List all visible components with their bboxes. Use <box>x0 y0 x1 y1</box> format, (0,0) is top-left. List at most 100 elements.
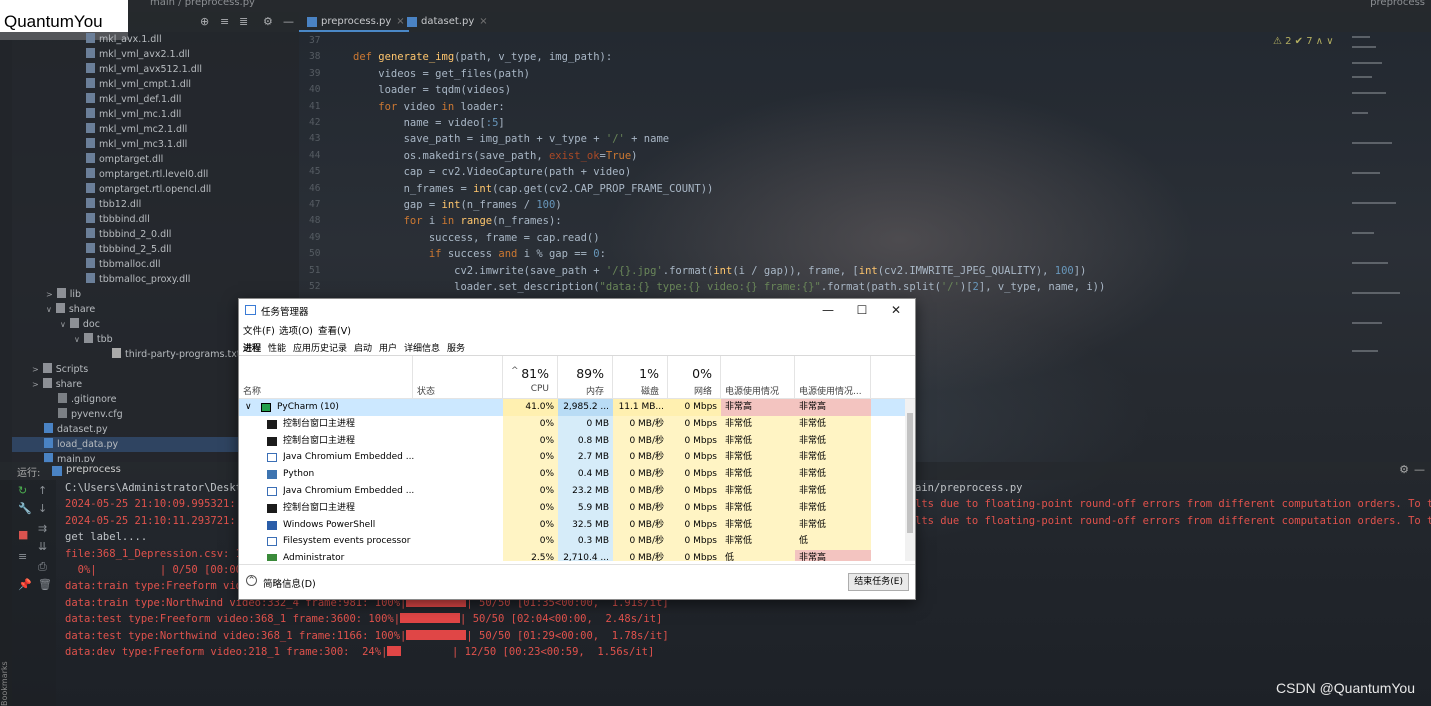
fewer-details-link[interactable]: 简略信息(D) <box>263 576 316 590</box>
cell-power: 非常低 <box>721 533 795 551</box>
pin-icon[interactable]: 📌 <box>18 578 32 591</box>
chevron-icon[interactable]: ∨ <box>60 320 66 329</box>
tree-item[interactable]: mkl_vml_mc3.1.dll <box>0 137 187 152</box>
tree-item[interactable]: tbb12.dll <box>0 197 141 212</box>
tab-details[interactable]: 详细信息 <box>404 341 440 354</box>
process-row[interactable]: Windows PowerShell 0% 32.5 MB 0 MB/秒 0 Mbps 非… <box>239 516 905 534</box>
locate-icon[interactable]: ⊕ <box>200 15 209 28</box>
tree-item[interactable]: ∨ share <box>0 302 95 317</box>
task-manager-titlebar[interactable]: 任务管理器 — ☐ ✕ <box>239 299 915 321</box>
code-token: generate_img <box>378 51 455 64</box>
process-row[interactable]: Java Chromium Embedded ... 0% 2.7 MB 0 MB/秒… <box>239 449 905 467</box>
chevron-up-icon[interactable]: ^ <box>246 575 257 586</box>
print-icon[interactable]: ⎙ <box>38 560 47 574</box>
scroll-end-icon[interactable]: ⇊ <box>38 540 47 553</box>
soft-wrap-icon[interactable]: ⇉ <box>38 522 47 535</box>
header-network[interactable]: 0% 网络 <box>668 356 721 398</box>
minimize-icon[interactable]: — <box>1414 463 1425 476</box>
wrench-icon[interactable]: 🔧 <box>18 502 32 515</box>
process-row[interactable]: 控制台窗口主进程 0% 5.9 MB 0 MB/秒 0 Mbps 非常低 非常低 <box>239 499 905 517</box>
tree-item[interactable]: mkl_vml_def.1.dll <box>0 92 181 107</box>
process-row[interactable]: Administrator 2.5% 2,710.4 ... 0 MB/秒 0 Mbps… <box>239 550 905 561</box>
tab-performance[interactable]: 性能 <box>268 341 286 354</box>
menu-view[interactable]: 查看(V) <box>318 323 351 337</box>
tree-item[interactable]: .gitignore <box>0 392 116 407</box>
chevron-icon[interactable]: > <box>32 365 39 374</box>
tree-item-label: mkl_vml_mc2.1.dll <box>99 124 188 135</box>
chevron-icon[interactable]: > <box>32 380 39 389</box>
scrollbar-thumb[interactable] <box>907 413 913 533</box>
tree-item[interactable]: mkl_vml_avx2.1.dll <box>0 47 190 62</box>
process-row[interactable]: Java Chromium Embedded ... 0% 23.2 MB 0 MB/… <box>239 483 905 500</box>
tree-item[interactable]: mkl_vml_mc2.1.dll <box>0 122 187 137</box>
tree-item[interactable]: mkl_vml_cmpt.1.dll <box>0 77 191 92</box>
process-list-scrollbar[interactable] <box>905 399 915 561</box>
expand-all-icon[interactable]: ≡ <box>220 15 229 28</box>
trash-icon[interactable]: 🗑 <box>38 578 52 591</box>
header-power-trend[interactable]: 电源使用情况... <box>795 356 871 398</box>
tree-item[interactable]: omptarget.rtl.level0.dll <box>0 167 208 182</box>
close-icon[interactable]: × <box>479 16 487 27</box>
gear-icon[interactable]: ⚙ <box>1399 463 1409 476</box>
tab-processes[interactable]: 进程 <box>243 341 261 354</box>
tab-dataset-py[interactable]: dataset.py × <box>399 12 492 32</box>
tree-item[interactable]: omptarget.rtl.opencl.dll <box>0 182 211 197</box>
tree-item[interactable]: mkl_vml_avx512.1.dll <box>0 62 202 77</box>
header-disk[interactable]: 1% 磁盘 <box>613 356 668 398</box>
rerun-icon[interactable]: ↻ <box>18 484 27 497</box>
tab-app-history[interactable]: 应用历史记录 <box>293 341 347 354</box>
menu-options[interactable]: 选项(O) <box>279 323 313 337</box>
process-group-row[interactable]: ∨ PyCharm (10) 41.0% 2,985.2 ... 11.1 MB... 0… <box>239 399 905 416</box>
chevron-down-icon[interactable]: ∨ <box>245 399 252 416</box>
close-button[interactable]: ✕ <box>879 301 913 319</box>
tree-item[interactable]: third-party-programs.txt <box>0 347 241 362</box>
gear-icon[interactable]: ⚙ <box>263 15 273 28</box>
chevron-icon[interactable]: ∨ <box>46 305 52 314</box>
tree-item[interactable]: > lib <box>0 287 81 302</box>
tab-services[interactable]: 服务 <box>447 341 465 354</box>
minimize-button[interactable]: — <box>811 301 845 319</box>
tree-item[interactable]: tbbbind_2_0.dll <box>0 227 171 242</box>
process-row[interactable]: Python 0% 0.4 MB 0 MB/秒 0 Mbps 非常低 非常低 <box>239 466 905 484</box>
layout-icon[interactable]: ≡ <box>18 550 27 563</box>
menu-file[interactable]: 文件(F) <box>243 323 275 337</box>
process-row[interactable]: Filesystem events processor 0% 0.3 MB 0 MB/… <box>239 533 905 551</box>
chevron-icon[interactable]: ∨ <box>74 335 80 344</box>
tree-item[interactable]: mkl_vml_mc.1.dll <box>0 107 181 122</box>
tree-item[interactable]: omptarget.dll <box>0 152 163 167</box>
tree-item[interactable]: > share <box>0 377 82 392</box>
header-status[interactable]: 状态 <box>413 356 503 398</box>
tree-item[interactable]: tbbbind.dll <box>0 212 150 227</box>
process-row[interactable]: 控制台窗口主进程 0% 0.8 MB 0 MB/秒 0 Mbps 非常低 非常低 <box>239 432 905 450</box>
run-tab-preprocess[interactable]: preprocess <box>52 464 121 476</box>
tree-item[interactable]: tbbmalloc.dll <box>0 257 161 272</box>
tree-item[interactable]: tbbbind_2_5.dll <box>0 242 171 257</box>
inspection-widget[interactable]: ⚠ 2 ✔ 7 ∧ ∨ <box>1273 36 1334 47</box>
tree-item[interactable]: pyvenv.cfg <box>0 407 123 422</box>
tree-item[interactable]: mkl_avx.1.dll <box>0 32 162 47</box>
chevron-icon[interactable]: > <box>46 290 53 299</box>
maximize-button[interactable]: ☐ <box>845 301 879 319</box>
header-memory[interactable]: 89% 内存 <box>558 356 613 398</box>
header-name[interactable]: 名称 <box>239 356 413 398</box>
tab-preprocess-py[interactable]: preprocess.py × <box>299 12 409 32</box>
tab-startup[interactable]: 启动 <box>354 341 372 354</box>
hide-icon[interactable]: — <box>283 15 294 28</box>
breadcrumb[interactable]: main / preprocess.py <box>150 0 255 8</box>
collapse-all-icon[interactable]: ≣ <box>239 15 248 28</box>
down-arrow-icon[interactable]: ↓ <box>38 502 47 515</box>
tab-users[interactable]: 用户 <box>379 341 397 354</box>
tree-item[interactable]: > Scripts <box>0 362 88 377</box>
bookmarks-tool-button[interactable]: Bookmarks <box>0 600 12 706</box>
end-task-button[interactable]: 结束任务(E) <box>848 573 909 591</box>
tree-item[interactable]: ∨ doc <box>0 317 100 332</box>
tree-item[interactable]: tbbmalloc_proxy.dll <box>0 272 190 287</box>
tree-item[interactable]: ∨ tbb <box>0 332 113 347</box>
header-power[interactable]: 电源使用情况 <box>721 356 795 398</box>
up-arrow-icon[interactable]: ↑ <box>38 484 47 497</box>
tree-item[interactable]: dataset.py <box>0 422 108 437</box>
process-row[interactable]: 控制台窗口主进程 0% 0 MB 0 MB/秒 0 Mbps 非常低 非常低 <box>239 415 905 433</box>
header-cpu[interactable]: ^ 81% CPU <box>503 356 558 398</box>
run-config-selector[interactable]: preprocess <box>1370 0 1425 8</box>
stop-icon[interactable]: ■ <box>18 528 28 541</box>
